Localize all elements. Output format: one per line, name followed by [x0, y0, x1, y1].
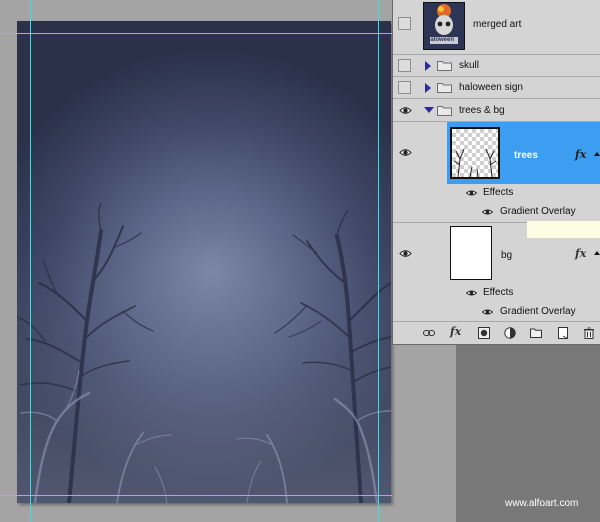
vertical-guide-left[interactable]	[30, 0, 31, 522]
link-icon[interactable]	[423, 327, 435, 339]
adjustment-icon[interactable]	[504, 327, 516, 339]
eye-icon[interactable]	[482, 308, 493, 316]
fx-icon[interactable]: fx	[575, 247, 586, 260]
folder-icon	[437, 61, 452, 71]
layer-name: trees	[514, 150, 538, 161]
horizontal-guide-bottom[interactable]	[0, 495, 392, 496]
trees-artwork	[17, 202, 391, 503]
tooltip-strip	[527, 221, 600, 238]
effects-expand-icon[interactable]	[594, 251, 600, 255]
eye-icon[interactable]	[466, 189, 477, 197]
visibility-toggle[interactable]	[398, 81, 411, 94]
gradient-overlay-label: Gradient Overlay	[500, 206, 576, 217]
effects-label: Effects	[483, 187, 514, 198]
visibility-toggle[interactable]	[398, 17, 411, 30]
layer-thumbnail	[450, 127, 500, 179]
eye-icon[interactable]	[466, 289, 477, 297]
folder-icon	[437, 106, 452, 116]
expand-triangle-icon[interactable]	[425, 61, 431, 71]
eye-icon[interactable]	[482, 208, 493, 216]
fx-icon[interactable]: fx	[575, 148, 586, 161]
effects-expand-icon[interactable]	[594, 152, 600, 156]
collapse-triangle-icon[interactable]	[424, 107, 434, 113]
layer-thumbnail: Haloween	[423, 2, 465, 50]
bg-effects-row[interactable]: Effects	[393, 284, 600, 303]
layer-group-skull[interactable]: skull	[393, 55, 600, 77]
trees-gradient-overlay-row[interactable]: Gradient Overlay	[393, 203, 600, 223]
workspace-background	[456, 345, 600, 522]
layers-panel-toolbar: fx	[393, 321, 600, 344]
layer-name: skull	[459, 60, 480, 71]
trash-icon[interactable]	[583, 327, 595, 339]
bg-gradient-overlay-row[interactable]: Gradient Overlay	[393, 303, 600, 322]
watermark: www.alfoart.com	[505, 498, 579, 509]
document-canvas[interactable]	[17, 21, 391, 503]
thumbnail-caption: Haloween	[426, 37, 455, 43]
gradient-overlay-label: Gradient Overlay	[500, 306, 576, 317]
fx-icon[interactable]: fx	[450, 325, 461, 338]
layer-name: haloween sign	[459, 82, 523, 93]
new-layer-icon[interactable]	[557, 327, 569, 339]
eye-icon[interactable]	[399, 146, 412, 159]
eye-icon[interactable]	[399, 104, 412, 117]
layer-group-trees-bg[interactable]: trees & bg	[393, 99, 600, 122]
trees-effects-row[interactable]: Effects	[393, 184, 600, 203]
layer-group-haloween-sign[interactable]: haloween sign	[393, 77, 600, 99]
folder-icon	[437, 83, 452, 93]
effects-label: Effects	[483, 287, 514, 298]
layer-trees[interactable]: trees fx	[393, 122, 600, 184]
vertical-guide-right[interactable]	[378, 0, 379, 522]
expand-triangle-icon[interactable]	[425, 83, 431, 93]
layer-merged-art[interactable]: Haloween merged art	[393, 0, 600, 55]
layer-name: merged art	[473, 19, 522, 30]
folder-icon[interactable]	[530, 327, 542, 339]
layer-thumbnail	[450, 226, 492, 280]
layer-name: bg	[501, 250, 513, 261]
horizontal-guide-top[interactable]	[0, 33, 392, 34]
trees-thumbnail-icon	[453, 148, 497, 177]
layer-name: trees & bg	[459, 105, 505, 116]
eye-icon[interactable]	[399, 247, 412, 260]
visibility-toggle[interactable]	[398, 59, 411, 72]
mask-icon[interactable]	[478, 327, 490, 339]
layers-panel: Haloween merged art skull haloween sign …	[392, 0, 600, 345]
